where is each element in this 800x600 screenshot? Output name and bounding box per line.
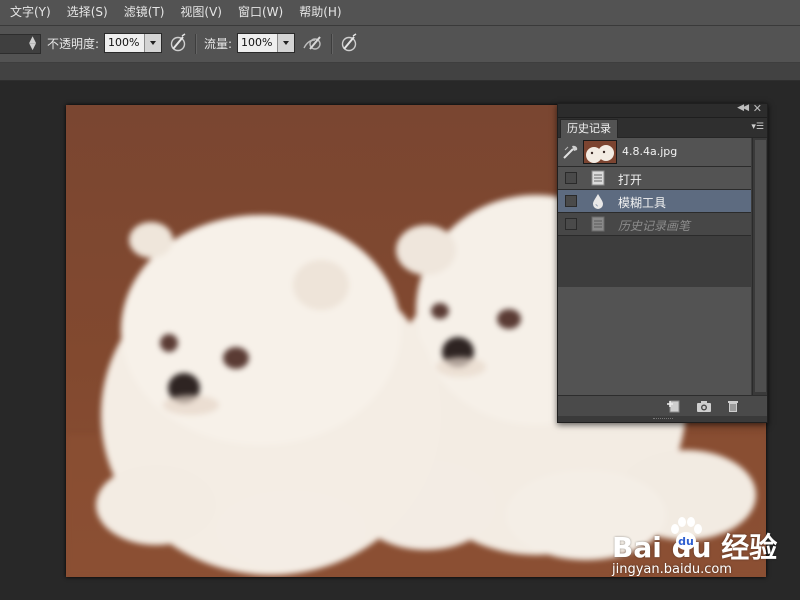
menu-help[interactable]: 帮助(H) (291, 0, 349, 25)
history-scrollbar-thumb[interactable] (755, 140, 766, 392)
opacity-field[interactable]: 100% (104, 33, 162, 53)
menu-select[interactable]: 选择(S) (59, 0, 116, 25)
baidu-jingyan-watermark: Bai du 经验 du jingyan.baidu.com (612, 512, 792, 582)
menu-type[interactable]: 文字(Y) (0, 0, 59, 25)
menu-bar: 文字(Y) 选择(S) 滤镜(T) 视图(V) 窗口(W) 帮助(H) (0, 0, 800, 26)
menu-view[interactable]: 视图(V) (172, 0, 230, 25)
history-list-empty-area (558, 287, 751, 395)
history-step-history-brush[interactable]: 历史记录画笔 (558, 213, 751, 236)
document-tab-strip (0, 63, 800, 81)
trash-icon[interactable] (725, 399, 741, 413)
history-brush-checkbox[interactable] (565, 218, 577, 230)
airbrush-icon[interactable] (301, 32, 323, 54)
history-snapshot[interactable]: 4.8.4a.jpg (558, 138, 751, 167)
history-brush-checkbox[interactable] (565, 195, 577, 207)
flow-value[interactable]: 100% (238, 34, 277, 52)
pressure-size-icon[interactable] (338, 32, 360, 54)
history-brush-source-icon[interactable] (562, 143, 580, 161)
flow-field[interactable]: 100% (237, 33, 295, 53)
watermark-url: jingyan.baidu.com (612, 562, 732, 577)
document-icon (591, 170, 605, 186)
history-step-label: 模糊工具 (618, 196, 667, 210)
opacity-value[interactable]: 100% (105, 34, 144, 52)
snapshot-name: 4.8.4a.jpg (622, 145, 678, 158)
select-arrows-icon: ▲ ▼ (29, 35, 36, 52)
menu-filter[interactable]: 滤镜(T) (116, 0, 173, 25)
tool-options-bar: ▲ ▼ 不透明度: 100% 流量: 100% (0, 26, 800, 63)
document-icon (591, 216, 605, 232)
flow-label: 流量: (204, 37, 233, 51)
svg-text:du: du (678, 535, 694, 548)
opacity-dropdown-icon[interactable] (144, 34, 161, 52)
flow-dropdown-icon[interactable] (277, 34, 294, 52)
history-footer (558, 395, 767, 416)
brush-mode-select[interactable]: ▲ ▼ (0, 34, 41, 54)
tab-history[interactable]: 历史记录 (560, 119, 618, 138)
history-step-blur-tool[interactable]: 模糊工具 (558, 190, 751, 213)
history-step-label: 打开 (618, 173, 643, 187)
divider (195, 34, 197, 54)
history-brush-checkbox[interactable] (565, 172, 577, 184)
paw-logo-icon: du (671, 517, 702, 550)
new-document-from-state-icon[interactable] (666, 399, 682, 413)
blur-drop-icon (593, 194, 603, 209)
panel-menu-icon[interactable]: ▾☰ (751, 122, 764, 132)
opacity-label: 不透明度: (47, 37, 100, 51)
close-icon[interactable]: ✕ (753, 102, 762, 115)
history-panel: ◀◀ ✕ 历史记录 ▾☰ 4.8.4a.jpg 打开 模糊工具 历史记录画笔 (557, 102, 768, 423)
history-step-label: 历史记录画笔 (618, 219, 691, 233)
menu-window[interactable]: 窗口(W) (230, 0, 291, 25)
history-step-open[interactable]: 打开 (558, 167, 751, 190)
panel-resize-grip[interactable] (558, 416, 767, 422)
camera-snapshot-icon[interactable] (696, 399, 712, 413)
pressure-opacity-icon[interactable] (167, 32, 189, 54)
snapshot-thumbnail (583, 140, 617, 164)
panel-title-bar[interactable]: ◀◀ ✕ (558, 102, 767, 118)
collapse-icon[interactable]: ◀◀ (737, 103, 749, 113)
history-list: 4.8.4a.jpg 打开 模糊工具 历史记录画笔 (558, 138, 751, 395)
panel-tab-bar: 历史记录 ▾☰ (558, 118, 767, 138)
divider (331, 34, 333, 54)
